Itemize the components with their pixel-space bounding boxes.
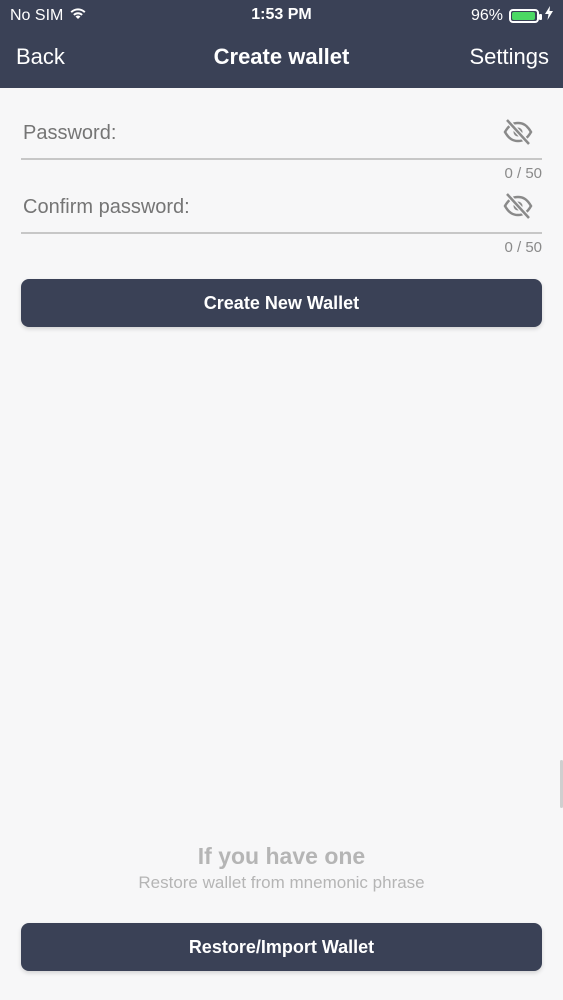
- status-bar: No SIM 1:53 PM 96%: [0, 0, 563, 30]
- password-counter: 0 / 50: [504, 165, 542, 182]
- battery-icon: [509, 8, 542, 23]
- eye-off-icon[interactable]: [502, 116, 534, 148]
- navigation-bar: Back Create wallet Settings: [0, 30, 563, 88]
- top-bar: No SIM 1:53 PM 96% Back Create wallet Se…: [0, 0, 563, 88]
- battery-percent: 96%: [470, 6, 503, 24]
- eye-off-icon[interactable]: [502, 190, 534, 222]
- create-new-wallet-button[interactable]: Create New Wallet: [21, 279, 542, 327]
- password-input[interactable]: [21, 116, 485, 150]
- restore-heading: If you have one: [197, 843, 366, 869]
- settings-button[interactable]: Settings: [470, 44, 550, 70]
- confirm-password-counter: 0 / 50: [504, 239, 542, 256]
- confirm-password-input[interactable]: [21, 190, 485, 224]
- bolt-icon: [545, 6, 553, 25]
- password-underline: [21, 158, 542, 160]
- restore-subtitle: Restore wallet from mnemonic phrase: [138, 873, 425, 892]
- restore-import-wallet-button[interactable]: Restore/Import Wallet: [21, 923, 542, 971]
- battery-group: 96%: [471, 6, 553, 25]
- confirm-password-underline: [21, 232, 542, 234]
